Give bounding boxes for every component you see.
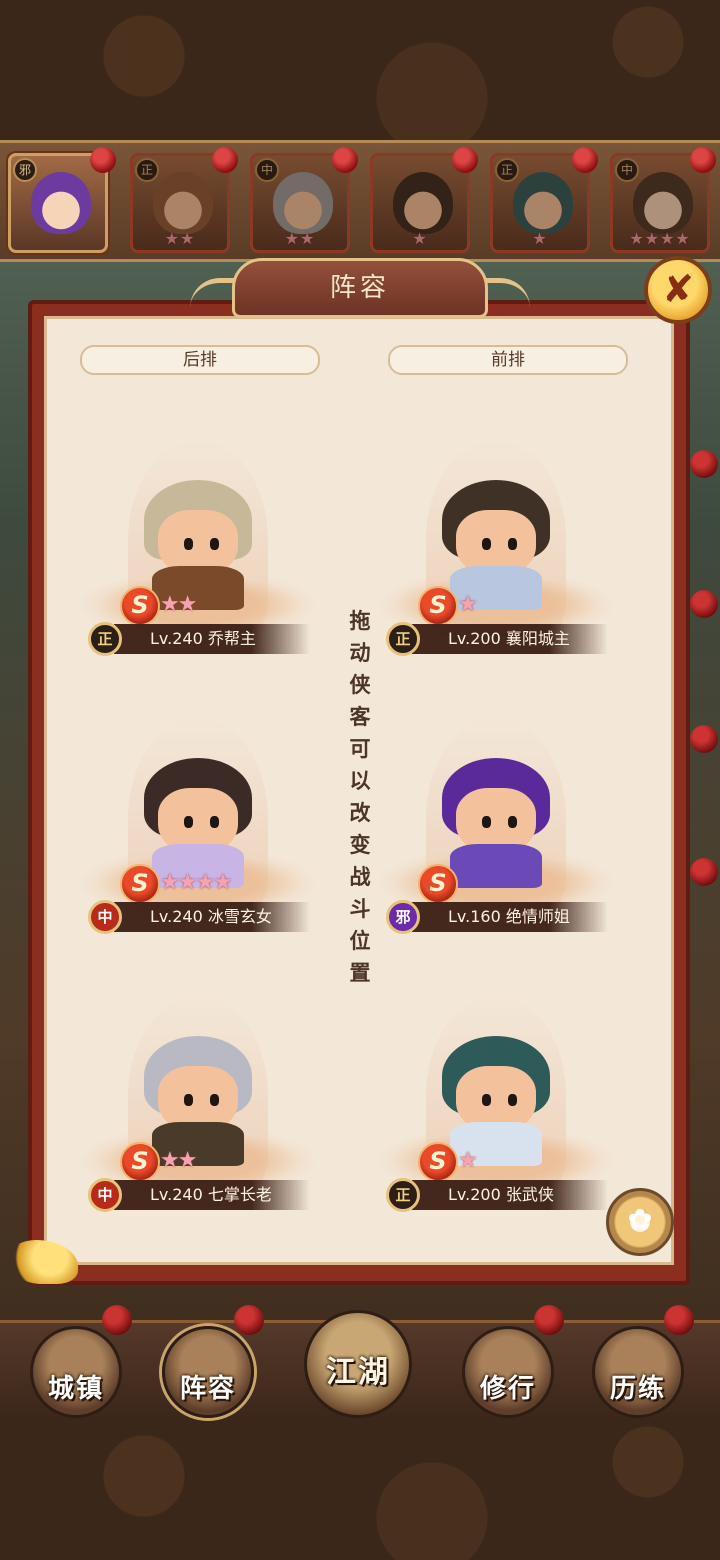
star-rating: ★★★★	[629, 229, 691, 248]
star-rating: ★	[458, 592, 478, 617]
notification-dot-icon	[90, 147, 116, 173]
rank-badge: S	[418, 1142, 458, 1182]
hero-slot-front-2[interactable]: S 邪 Lv.160 绝情师姐	[376, 718, 626, 958]
notification-dot-icon	[664, 1305, 694, 1335]
notification-dot-icon	[690, 858, 718, 886]
notification-dot-icon	[690, 590, 718, 618]
notification-dot-icon	[690, 147, 716, 173]
rank-badge: S	[120, 1142, 160, 1182]
nav-training-button[interactable]: 历练	[592, 1326, 684, 1418]
faction-badge: 中	[88, 900, 122, 934]
hero-slot-back-3[interactable]: S ★★ 中 Lv.240 七掌长老	[78, 996, 328, 1236]
hero-name-level: Lv.200 张武侠	[412, 1180, 608, 1210]
rank-badge: S	[120, 586, 160, 626]
faction-badge: 邪	[386, 900, 420, 934]
hero-name-level: Lv.240 七掌长老	[114, 1180, 310, 1210]
back-row-label: 后排	[80, 345, 320, 375]
notification-dot-icon	[572, 147, 598, 173]
close-button[interactable]: ✘	[644, 256, 712, 324]
notification-dot-icon	[234, 1305, 264, 1335]
star-rating: ★★	[284, 229, 316, 248]
notification-dot-icon	[452, 147, 478, 173]
drag-hint-text: 拖动侠客可以改变战斗位置	[349, 609, 371, 985]
hero-slot-back-2[interactable]: S ★★★★ 中 Lv.240 冰雪玄女	[78, 718, 328, 958]
star-rating: ★	[458, 1148, 478, 1173]
star-rating: ★★	[164, 229, 196, 248]
flower-icon: ✿	[627, 1203, 653, 1238]
hero-portrait	[273, 172, 333, 234]
star-rating: ★	[532, 229, 548, 248]
nav-town-button[interactable]: 城镇	[30, 1326, 122, 1418]
panel-title: 阵容	[232, 258, 488, 318]
faction-badge: 正	[386, 1178, 420, 1212]
nav-label: 城镇	[47, 1374, 104, 1404]
notification-dot-icon	[690, 725, 718, 753]
nav-lineup-button[interactable]: 阵容	[162, 1326, 254, 1418]
hero-portrait	[31, 172, 91, 234]
rank-badge: S	[120, 864, 160, 904]
nav-cultivation-button[interactable]: 修行	[462, 1326, 554, 1418]
star-rating: ★★★★	[160, 870, 233, 895]
hero-portrait	[633, 172, 693, 234]
hero-roster-strip: 邪 正 ★★ 中 ★★ ★ 正 ★ 中 ★★★★	[0, 140, 720, 262]
nav-label: 阵容	[179, 1374, 236, 1404]
notification-dot-icon	[690, 450, 718, 478]
notification-dot-icon	[332, 147, 358, 173]
nav-label: 江湖	[326, 1355, 390, 1390]
hero-slot-front-1[interactable]: S ★ 正 Lv.200 襄阳城主	[376, 440, 626, 680]
faction-badge: 中	[255, 158, 279, 182]
star-rating: ★	[412, 229, 428, 248]
front-row-label: 前排	[388, 345, 628, 375]
hero-name-level: Lv.160 绝情师姐	[412, 902, 608, 932]
faction-badge: 邪	[13, 158, 37, 182]
nav-label: 修行	[479, 1374, 536, 1404]
faction-badge: 正	[386, 622, 420, 656]
hero-portrait	[393, 172, 453, 234]
hero-slot-back-1[interactable]: S ★★ 正 Lv.240 乔帮主	[78, 440, 328, 680]
star-rating: ★★	[160, 1148, 197, 1173]
auto-arrange-button[interactable]: ✿	[606, 1188, 674, 1256]
faction-badge: 中	[88, 1178, 122, 1212]
faction-badge: 正	[88, 622, 122, 656]
hero-name-level: Lv.240 冰雪玄女	[114, 902, 310, 932]
notification-dot-icon	[212, 147, 238, 173]
hero-portrait	[513, 172, 573, 234]
notification-dot-icon	[102, 1305, 132, 1335]
faction-badge: 中	[615, 158, 639, 182]
rank-badge: S	[418, 864, 458, 904]
top-decorative-background	[0, 0, 720, 140]
bottom-decorative-background	[0, 1420, 720, 1560]
star-rating: ★★	[160, 592, 197, 617]
hero-name-level: Lv.200 襄阳城主	[412, 624, 608, 654]
faction-badge: 正	[495, 158, 519, 182]
notification-dot-icon	[534, 1305, 564, 1335]
hero-name-level: Lv.240 乔帮主	[114, 624, 310, 654]
close-icon: ✘	[662, 267, 694, 311]
nav-jianghu-button[interactable]: 江湖	[304, 1310, 412, 1418]
hero-slot-front-3[interactable]: S ★ 正 Lv.200 张武侠	[376, 996, 626, 1236]
faction-badge: 正	[135, 158, 159, 182]
rank-badge: S	[418, 586, 458, 626]
hero-portrait	[153, 172, 213, 234]
nav-label: 历练	[609, 1374, 666, 1404]
